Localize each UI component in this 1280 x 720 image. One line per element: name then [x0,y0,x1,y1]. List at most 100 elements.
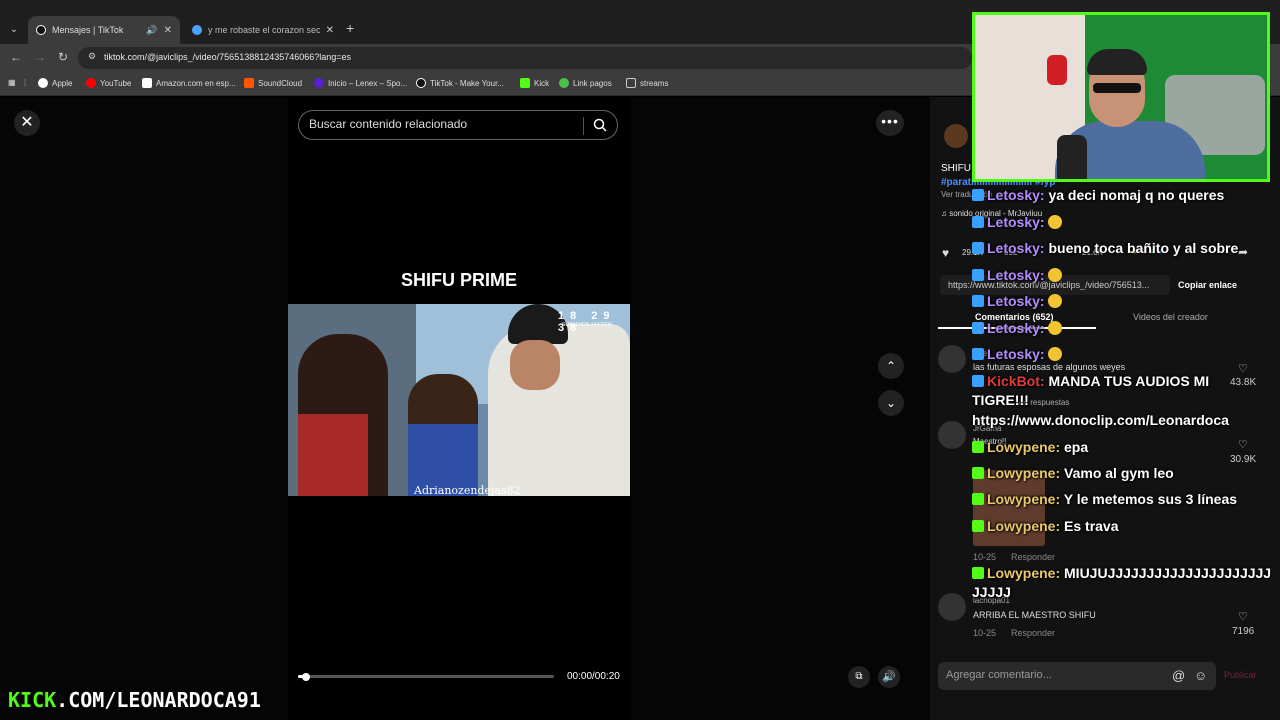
comment-avatar[interactable] [938,593,966,621]
tab-tiktok[interactable]: Mensajes | TikTok 🔊 ✕ [28,16,180,44]
close-icon: ✕ [20,114,34,131]
video-title: SHIFU PRIME [400,270,517,290]
chat-emote-icon [1048,268,1063,282]
bookmark-label: Amazon.com en esp... [156,78,236,88]
volume-button[interactable]: 🔊 [878,666,900,688]
bookmark-label: TikTok - Make Your... [430,78,504,88]
chat-emote-icon [1048,347,1063,361]
chevron-up-icon: ⌃ [885,359,897,373]
more-options-button[interactable]: ••• [876,110,904,136]
chat-username[interactable]: KickBot: [987,373,1045,389]
apps-icon[interactable]: ▦ [8,78,16,87]
chat-badge-icon [972,567,984,579]
amazon-icon [142,78,152,88]
chat-message: Lowypene: epa [972,439,1088,455]
link-icon [559,78,569,88]
tab-google[interactable]: y me robaste el corazon secue ✕ [184,16,342,44]
comment-like-icon[interactable]: ♡ [1238,610,1248,623]
url-text: tiktok.com/@javiclips_/video/75651388124… [104,52,352,62]
chat-username[interactable]: Lowypene: [987,465,1060,481]
chat-username[interactable]: Lowypene: [987,491,1060,507]
comment-like-icon[interactable]: ♡ [1238,362,1248,375]
comment-input[interactable] [946,669,1166,681]
back-icon[interactable]: ← [10,50,22,64]
close-tab-icon[interactable]: ✕ [164,25,172,36]
chat-text: Y le metemos sus 3 líneas [1063,491,1238,507]
site-settings-icon[interactable]: ⚙ [88,51,96,62]
bookmark-soundcloud[interactable]: SoundCloud [244,78,302,88]
search-divider [583,117,584,135]
publish-button[interactable]: Publicar [1224,670,1257,680]
chat-text: bueno toca bañito y al sobre [1048,240,1239,256]
reply-link[interactable]: Responder [1011,552,1055,562]
close-tab-icon[interactable]: ✕ [326,25,334,36]
chat-message: Letosky: bueno toca bañito y al sobre [972,240,1238,256]
chat-username[interactable]: Letosky: [987,320,1045,336]
chat-username[interactable]: Letosky: [987,346,1045,362]
speaker-icon[interactable]: 🔊 [146,25,157,36]
comment-like-icon[interactable]: ♡ [1238,438,1248,451]
chat-text: MANDA TUS AUDIOS MI [1048,373,1210,389]
pip-button[interactable]: ⧉ [848,666,870,688]
comment-avatar[interactable] [938,345,966,373]
url-field[interactable]: ⚙ tiktok.com/@javiclips_/video/756513881… [78,47,972,69]
forward-icon[interactable]: → [34,50,46,64]
reply-link[interactable]: Responder [1011,628,1055,638]
bookmark-kick[interactable]: Kick [520,78,549,88]
chat-username[interactable]: Lowypene: [987,439,1060,455]
chat-username[interactable]: Letosky: [987,293,1045,309]
search-icon[interactable] [593,118,607,132]
tab-creator-videos[interactable]: Videos del creador [1133,312,1208,322]
bookmark-streams[interactable]: streams [626,78,668,88]
bookmark-tiktok[interactable]: TikTok - Make Your... [416,78,504,88]
video-progress-bar[interactable] [298,673,554,681]
bookmark-lenex[interactable]: Inicio – Lenex – Spo... [314,78,407,88]
author-name[interactable]: SHIFU [941,163,971,174]
related-search-input[interactable] [309,117,569,131]
bookmark-youtube[interactable]: YouTube [86,78,131,88]
bookmark-apple[interactable]: Apple [38,78,72,88]
bookmark-label: SoundCloud [258,78,303,88]
tab-search-chevron-icon[interactable]: ⌄ [6,22,22,38]
chat-text: Vamo al gym leo [1064,465,1174,481]
copy-link-button[interactable]: Copiar enlace [1178,280,1237,290]
chat-badge-icon [972,242,984,254]
chat-message: JJJJJ [972,584,1011,600]
bookmark-label: Kick [534,78,550,88]
comment-date: 10-25 [973,628,997,638]
chat-message: Lowypene: Es trava [972,518,1119,534]
chat-message: Lowypene: Vamo al gym leo [972,465,1174,481]
chat-username[interactable]: Letosky: [987,214,1045,230]
chat-username[interactable]: Lowypene: [987,565,1060,581]
tiktok-icon [416,78,426,88]
video-frame[interactable]: 18 29 38 SUBATHON 344/2900 Adrianozendej… [288,304,630,496]
video-progress-knob[interactable] [301,673,310,681]
chat-username[interactable]: Lowypene: [987,518,1060,534]
reload-icon[interactable]: ↻ [58,50,68,64]
previous-video-button[interactable]: ⌃ [878,353,904,379]
comment-image[interactable] [973,470,1045,546]
related-search-box[interactable] [298,110,618,140]
chat-username[interactable]: Letosky: [987,267,1045,283]
chat-username[interactable]: Letosky: [987,240,1045,256]
chat-message: Letosky: ya deci nomaj q no queres [972,187,1224,203]
comment-like-count: 43.8K [1230,377,1257,388]
chat-badge-icon [972,348,984,360]
close-video-button[interactable]: ✕ [14,110,40,136]
chat-text: MIUJUJJJJJJJJJJJJJJJJJJJJJ [1064,565,1272,581]
next-video-button[interactable]: ⌄ [878,390,904,416]
soundcloud-icon [244,78,254,88]
author-avatar[interactable] [944,124,968,148]
mention-icon[interactable]: @ [1172,668,1185,683]
bookmark-link-pagos[interactable]: Link pagos [559,78,612,88]
chat-username[interactable]: Letosky: [987,187,1045,203]
chat-message: Letosky: [972,320,1063,336]
emoji-icon[interactable]: ☺ [1194,668,1207,683]
new-tab-icon[interactable]: + [346,20,354,36]
like-icon[interactable]: ♥ [942,246,949,260]
tab-title: y me robaste el corazon secue [208,25,320,35]
bookmark-amazon[interactable]: Amazon.com en esp... [142,78,236,88]
lenex-icon [314,78,324,88]
share-arrow-icon[interactable]: ➦ [1238,245,1248,259]
comment-avatar[interactable] [938,421,966,449]
